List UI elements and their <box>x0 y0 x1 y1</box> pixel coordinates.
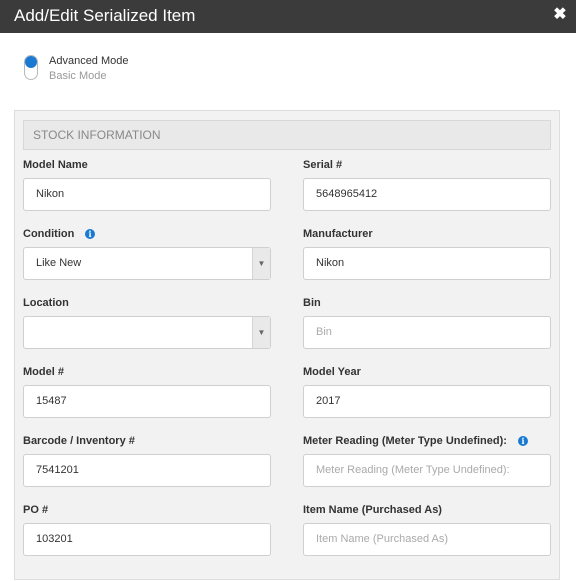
model-name-field[interactable]: Nikon <box>23 178 271 211</box>
barcode-label: Barcode / Inventory # <box>23 435 135 447</box>
location-label: Location <box>23 297 69 309</box>
dialog-titlebar: Add/Edit Serialized Item ✖ <box>0 0 576 33</box>
advanced-mode-label[interactable]: Advanced Mode <box>49 55 129 67</box>
dialog-title: Add/Edit Serialized Item <box>14 6 196 25</box>
close-icon[interactable]: ✖ <box>553 6 567 24</box>
model-name-label: Model Name <box>23 159 88 171</box>
meter-reading-label: Meter Reading (Meter Type Undefined): <box>303 435 507 447</box>
bin-label: Bin <box>303 297 321 309</box>
manufacturer-label: Manufacturer <box>303 228 373 240</box>
info-icon[interactable]: i <box>518 436 528 446</box>
section-title: STOCK INFORMATION <box>23 120 551 150</box>
toggle-knob <box>25 56 37 68</box>
info-icon[interactable]: i <box>85 229 95 239</box>
model-number-label: Model # <box>23 366 64 378</box>
bin-field[interactable]: Bin <box>303 316 551 349</box>
dropdown-arrow-icon[interactable]: ▼ <box>252 317 270 348</box>
model-number-field[interactable]: 15487 <box>23 385 271 418</box>
condition-label: Condition <box>23 228 75 240</box>
dropdown-arrow-icon[interactable]: ▼ <box>252 248 270 279</box>
stock-information-panel: STOCK INFORMATION Model Name Nikon Seria… <box>14 110 560 580</box>
po-number-label: PO # <box>23 504 49 516</box>
location-select[interactable]: ▼ <box>23 316 271 349</box>
serial-label: Serial # <box>303 159 343 171</box>
item-name-label: Item Name (Purchased As) <box>303 504 442 516</box>
mode-toggle[interactable] <box>24 55 38 80</box>
condition-select[interactable]: Like New ▼ <box>23 247 271 280</box>
manufacturer-field[interactable]: Nikon <box>303 247 551 280</box>
po-number-field[interactable]: 103201 <box>23 523 271 556</box>
condition-selected-value: Like New <box>36 257 82 269</box>
meter-reading-field[interactable]: Meter Reading (Meter Type Undefined): <box>303 454 551 487</box>
barcode-field[interactable]: 7541201 <box>23 454 271 487</box>
item-name-field[interactable]: Item Name (Purchased As) <box>303 523 551 556</box>
model-year-field[interactable]: 2017 <box>303 385 551 418</box>
serial-field[interactable]: 5648965412 <box>303 178 551 211</box>
model-year-label: Model Year <box>303 366 361 378</box>
basic-mode-label[interactable]: Basic Mode <box>49 70 106 82</box>
